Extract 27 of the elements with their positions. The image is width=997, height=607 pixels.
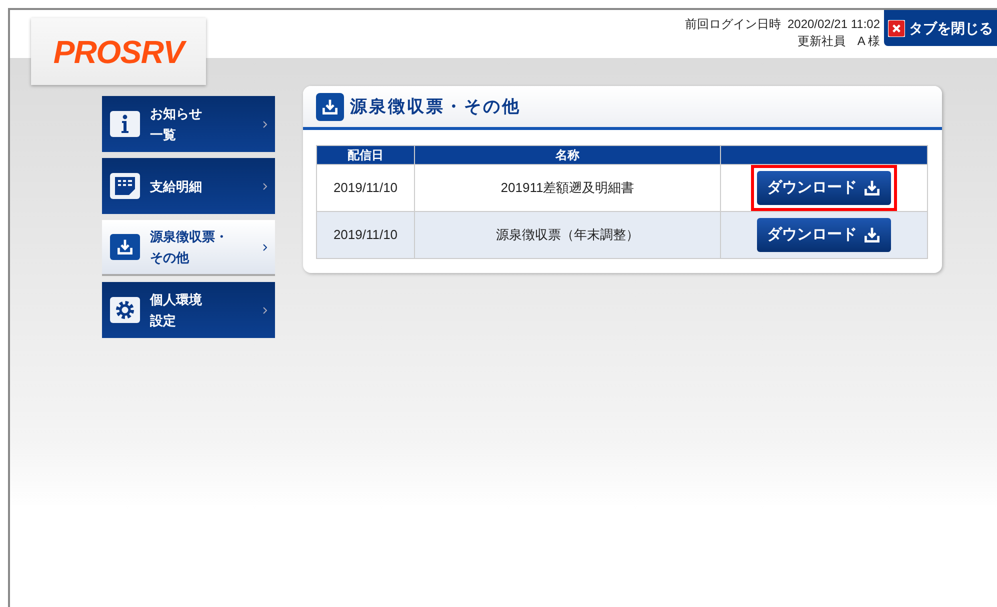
logo: PROSRV bbox=[53, 28, 184, 76]
sidebar-item[interactable]: 源泉徴収票・ その他 bbox=[102, 220, 275, 276]
table-icon bbox=[110, 173, 140, 199]
gear-icon bbox=[110, 297, 140, 323]
sidebar-item[interactable]: 個人環境 設定 bbox=[102, 282, 275, 338]
column-header: 配信日 bbox=[316, 146, 414, 164]
sidebar-item[interactable]: お知らせ 一覧 bbox=[102, 96, 275, 152]
column-header: 名称 bbox=[414, 146, 720, 164]
chevron-icon bbox=[263, 120, 267, 128]
close-tab-button[interactable]: タブを閉じる bbox=[884, 10, 997, 46]
panel-title: 源泉徴収票・その他 bbox=[350, 96, 521, 118]
chevron-icon bbox=[263, 306, 267, 314]
last-login-text: 前回ログイン日時 2020/02/21 11:02 bbox=[684, 16, 880, 33]
chevron-icon bbox=[263, 182, 267, 190]
table-cell: 2019/11/10 bbox=[316, 212, 414, 258]
download-icon bbox=[863, 179, 881, 197]
table-cell: 源泉徴収票（年末調整） bbox=[414, 212, 720, 258]
info-icon bbox=[110, 111, 140, 137]
arrow-icon bbox=[116, 238, 134, 256]
download-icon bbox=[863, 226, 881, 244]
chevron-icon bbox=[263, 244, 267, 250]
download-button[interactable]: ダウンロード bbox=[757, 171, 891, 205]
close-icon bbox=[888, 20, 905, 36]
sidebar-item[interactable]: 支給明細 bbox=[102, 158, 275, 214]
user-name: 更新社員 A 様 bbox=[797, 33, 880, 50]
arrow-icon bbox=[321, 98, 339, 116]
download-button[interactable]: ダウンロード bbox=[757, 218, 891, 252]
